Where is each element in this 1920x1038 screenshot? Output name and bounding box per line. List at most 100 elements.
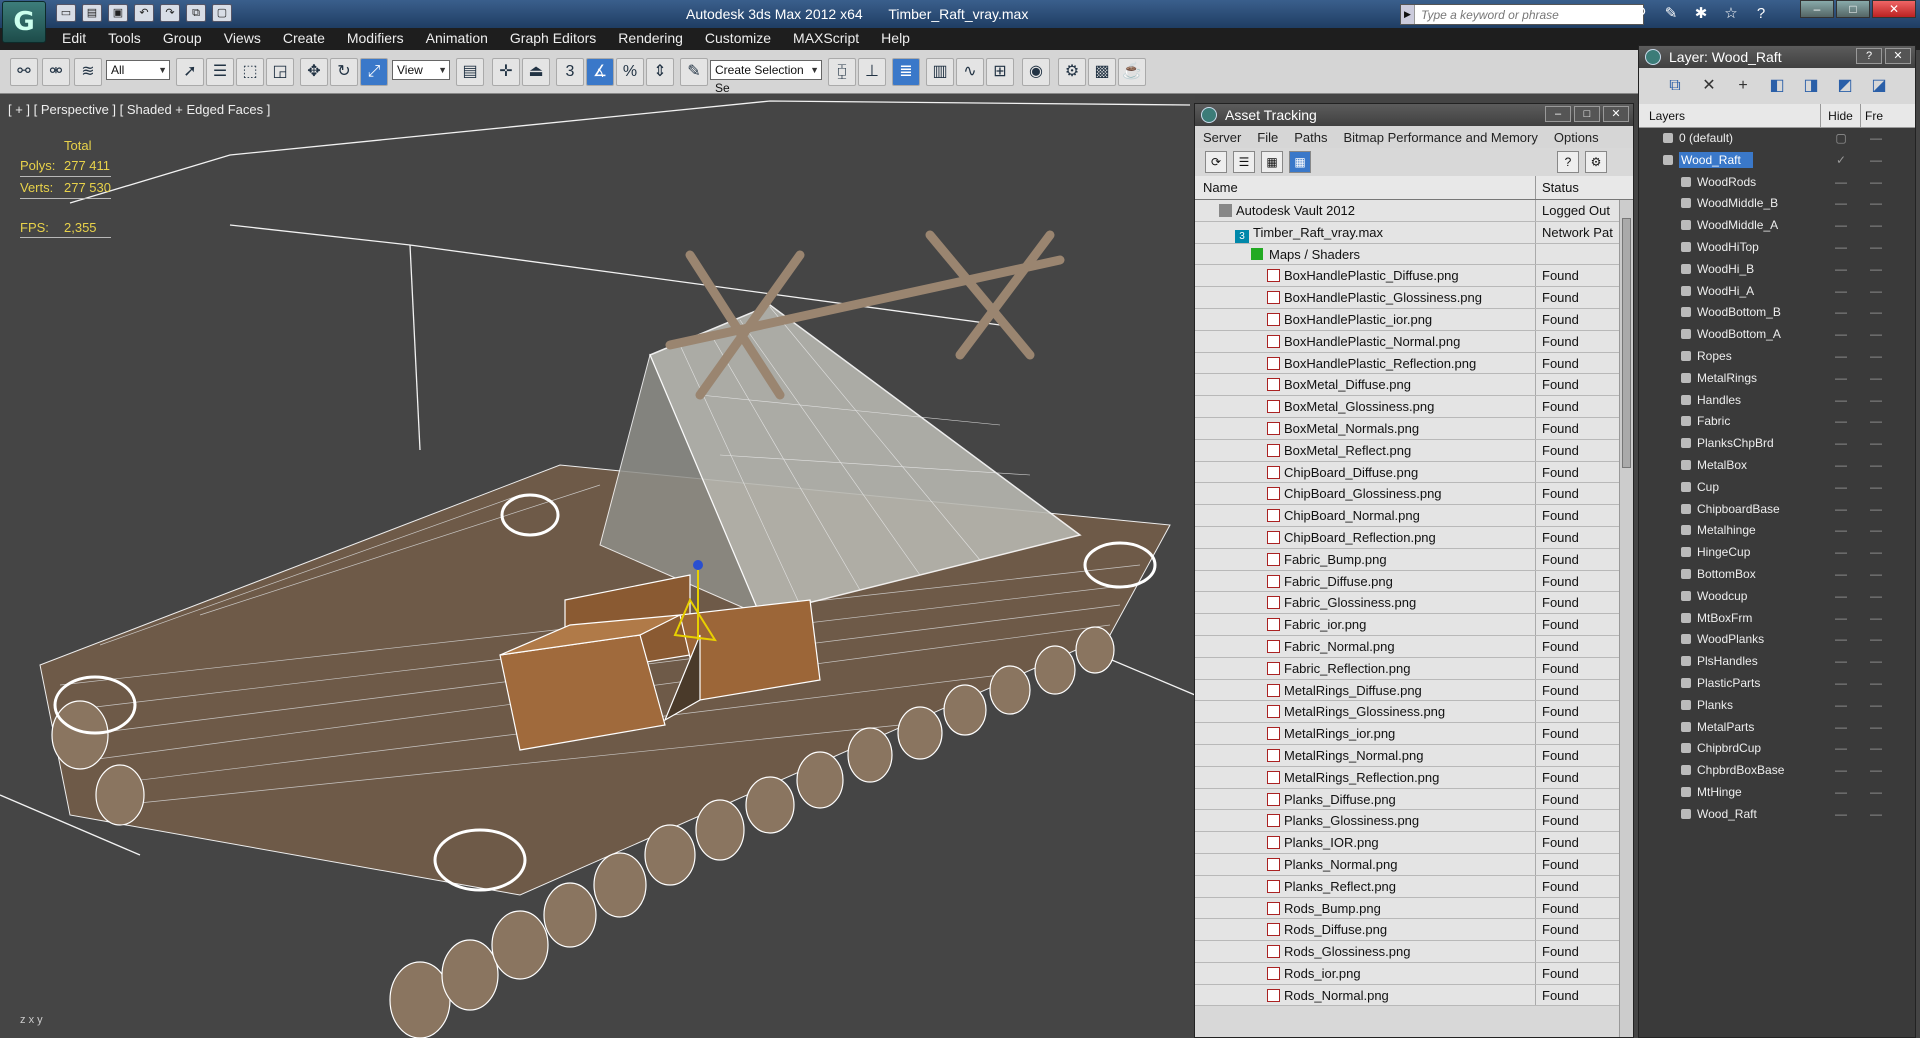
layer-hide-toggle[interactable]: — bbox=[1821, 433, 1861, 455]
layer-freeze-toggle[interactable]: — bbox=[1861, 717, 1891, 739]
asset-row[interactable]: Fabric_Reflection.png Found bbox=[1195, 657, 1633, 680]
asset-row[interactable]: MetalRings_ior.png Found bbox=[1195, 723, 1633, 745]
layer-row[interactable]: MtBoxFrm — — bbox=[1639, 607, 1915, 630]
asset-row[interactable]: MetalRings_Glossiness.png Found bbox=[1195, 701, 1633, 724]
layer-hide-toggle[interactable]: — bbox=[1821, 499, 1861, 521]
table-view-icon[interactable]: ▦ bbox=[1289, 151, 1311, 173]
layer-row[interactable]: Metalhinge — — bbox=[1639, 520, 1915, 543]
layer-hide-toggle[interactable]: — bbox=[1821, 695, 1861, 717]
selection-filter-select[interactable]: All bbox=[106, 60, 170, 80]
layer-row[interactable]: Wood_Raft ✓ — bbox=[1639, 149, 1915, 172]
viewport-label[interactable]: [ + ] [ Perspective ] [ Shaded + Edged F… bbox=[8, 102, 270, 117]
layer-freeze-toggle[interactable]: — bbox=[1861, 215, 1891, 237]
asset-row[interactable]: Rods_ior.png Found bbox=[1195, 962, 1633, 985]
asset-menu-paths[interactable]: Paths bbox=[1294, 130, 1327, 145]
asset-row[interactable]: Planks_IOR.png Found bbox=[1195, 832, 1633, 854]
render-setup-icon[interactable]: ⚙ bbox=[1058, 58, 1086, 86]
select-manipulate-icon[interactable]: ✛ bbox=[492, 58, 520, 86]
maximize-button[interactable]: □ bbox=[1836, 0, 1870, 18]
asset-row[interactable]: BoxMetal_Glossiness.png Found bbox=[1195, 396, 1633, 418]
asset-row[interactable]: Rods_Diffuse.png Found bbox=[1195, 919, 1633, 942]
rotate-icon[interactable]: ↻ bbox=[330, 58, 358, 86]
rectangle-selection-icon[interactable]: ⬚ bbox=[236, 58, 264, 86]
search-expand-icon[interactable]: ▶ bbox=[1401, 5, 1415, 24]
asset-row[interactable]: Planks_Glossiness.png Found bbox=[1195, 810, 1633, 833]
rendered-frame-icon[interactable]: ▩ bbox=[1088, 58, 1116, 86]
layer-hide-toggle[interactable]: — bbox=[1821, 390, 1861, 412]
asset-menu-bitmap-performance-and-memory[interactable]: Bitmap Performance and Memory bbox=[1344, 130, 1538, 145]
asset-row[interactable]: Maps / Shaders bbox=[1195, 243, 1633, 266]
layer-row[interactable]: ChpbrdBoxBase — — bbox=[1639, 760, 1915, 782]
asset-row[interactable]: Fabric_Glossiness.png Found bbox=[1195, 592, 1633, 615]
open-file-icon[interactable]: ▤ bbox=[82, 4, 102, 22]
layer-row[interactable]: WoodMiddle_B — — bbox=[1639, 193, 1915, 216]
asset-menu-server[interactable]: Server bbox=[1203, 130, 1241, 145]
layer-row[interactable]: PlsHandles — — bbox=[1639, 651, 1915, 673]
perspective-viewport[interactable]: [ + ] [ Perspective ] [ Shaded + Edged F… bbox=[0, 95, 1195, 1038]
layer-row[interactable]: WoodBottom_B — — bbox=[1639, 302, 1915, 325]
asset-row[interactable]: ChipBoard_Normal.png Found bbox=[1195, 505, 1633, 527]
layer-row[interactable]: WoodHiTop — — bbox=[1639, 236, 1915, 259]
layer-hide-toggle[interactable]: — bbox=[1821, 302, 1861, 324]
asset-row[interactable]: BoxHandlePlastic_Glossiness.png Found bbox=[1195, 287, 1633, 309]
menu-item-animation[interactable]: Animation bbox=[426, 30, 488, 46]
layer-freeze-toggle[interactable]: — bbox=[1861, 782, 1891, 804]
hold-icon[interactable]: ⧉ bbox=[186, 4, 206, 22]
resolve-icon[interactable]: ⚙ bbox=[1585, 151, 1607, 173]
layer-freeze-toggle[interactable]: — bbox=[1861, 608, 1891, 630]
asset-row[interactable]: BoxMetal_Reflect.png Found bbox=[1195, 439, 1633, 462]
help-icon[interactable]: ? bbox=[1750, 4, 1772, 24]
scrollbar-thumb[interactable] bbox=[1622, 218, 1631, 468]
layer-hide-toggle[interactable]: — bbox=[1821, 651, 1861, 673]
asset-row[interactable]: BoxHandlePlastic_ior.png Found bbox=[1195, 308, 1633, 331]
layer-hide-toggle[interactable]: — bbox=[1821, 782, 1861, 804]
binoculars-icon[interactable]: ⚲ bbox=[1630, 4, 1652, 24]
layer-freeze-toggle[interactable]: — bbox=[1861, 259, 1891, 281]
layer-manager-icon[interactable]: ≣ bbox=[892, 58, 920, 86]
asset-row[interactable]: Fabric_Diffuse.png Found bbox=[1195, 570, 1633, 593]
delete-layer-icon[interactable]: ✕ bbox=[1699, 76, 1719, 96]
star-icon[interactable]: ☆ bbox=[1720, 4, 1742, 24]
window-crossing-icon[interactable]: ◲ bbox=[266, 58, 294, 86]
spinner-snap-icon[interactable]: ⇕ bbox=[646, 58, 674, 86]
layer-hide-toggle[interactable]: — bbox=[1821, 608, 1861, 630]
layer-hide-toggle[interactable]: — bbox=[1821, 455, 1861, 477]
layer-row[interactable]: ChipboardBase — — bbox=[1639, 498, 1915, 521]
hide-column-header[interactable]: Hide bbox=[1821, 104, 1861, 127]
named-selection-set-select[interactable]: Create Selection Se bbox=[710, 60, 822, 95]
layer-row[interactable]: WoodHi_B — — bbox=[1639, 258, 1915, 281]
snaps-toggle-icon[interactable]: 3 bbox=[556, 58, 584, 86]
layer-row[interactable]: MetalRings — — bbox=[1639, 367, 1915, 390]
layer-close-button[interactable]: ✕ bbox=[1885, 48, 1911, 64]
layer-row[interactable]: WoodPlanks — — bbox=[1639, 629, 1915, 652]
align-icon[interactable]: ⊥ bbox=[858, 58, 886, 86]
layer-hide-toggle[interactable]: — bbox=[1821, 259, 1861, 281]
asset-row[interactable]: BoxHandlePlastic_Normal.png Found bbox=[1195, 330, 1633, 353]
layer-freeze-toggle[interactable]: — bbox=[1861, 455, 1891, 477]
percent-snap-icon[interactable]: % bbox=[616, 58, 644, 86]
layer-help-button[interactable]: ? bbox=[1856, 48, 1882, 64]
menu-item-tools[interactable]: Tools bbox=[108, 30, 141, 46]
move-icon[interactable]: ✥ bbox=[300, 58, 328, 86]
layer-row[interactable]: 0 (default) ▢ — bbox=[1639, 128, 1915, 150]
layer-freeze-toggle[interactable]: — bbox=[1861, 433, 1891, 455]
menu-item-create[interactable]: Create bbox=[283, 30, 325, 46]
layer-freeze-toggle[interactable]: — bbox=[1861, 695, 1891, 717]
layer-hide-toggle[interactable]: — bbox=[1821, 368, 1861, 390]
layer-row[interactable]: Fabric — — bbox=[1639, 411, 1915, 434]
highlight-selected-icon[interactable]: ◨ bbox=[1801, 76, 1821, 96]
layer-row[interactable]: PlasticParts — — bbox=[1639, 672, 1915, 695]
freeze-all-layers-icon[interactable]: ◪ bbox=[1869, 76, 1889, 96]
layer-titlebar[interactable]: Layer: Wood_Raft ? ✕ bbox=[1639, 46, 1915, 68]
layer-row[interactable]: PlanksChpBrd — — bbox=[1639, 433, 1915, 455]
layer-row[interactable]: Planks — — bbox=[1639, 694, 1915, 717]
close-button[interactable]: ✕ bbox=[1872, 0, 1916, 18]
asset-row[interactable]: MetalRings_Reflection.png Found bbox=[1195, 766, 1633, 789]
asset-row[interactable]: BoxHandlePlastic_Diffuse.png Found bbox=[1195, 265, 1633, 288]
refresh-icon[interactable]: ⟳ bbox=[1205, 151, 1227, 173]
layer-hide-toggle[interactable]: — bbox=[1821, 215, 1861, 237]
search-box[interactable]: ▶ Type a keyword or phrase bbox=[1400, 4, 1644, 25]
panel-minimize-button[interactable]: – bbox=[1545, 106, 1571, 122]
layer-hide-toggle[interactable]: — bbox=[1821, 760, 1861, 782]
layer-freeze-toggle[interactable]: — bbox=[1861, 324, 1891, 346]
